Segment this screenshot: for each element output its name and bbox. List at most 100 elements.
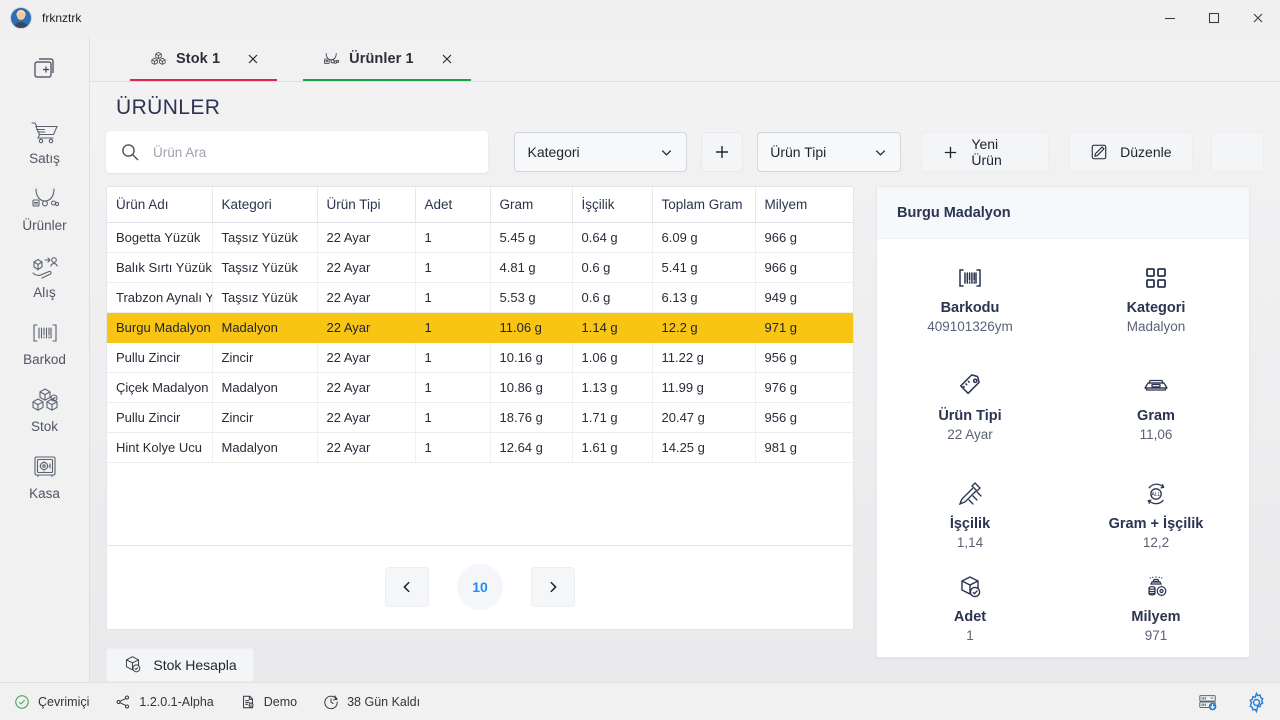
maximize-icon[interactable] xyxy=(1192,0,1236,36)
col-milyem[interactable]: Milyem xyxy=(755,187,853,223)
close-icon[interactable] xyxy=(245,51,261,67)
edit-pencil-icon xyxy=(1090,143,1108,161)
search-input[interactable]: Ürün Ara xyxy=(106,131,489,173)
body: Satış Ürünler Alış Barkod Stok Kasa Stok… xyxy=(0,36,1280,682)
sidebar-item-barkod[interactable]: Barkod xyxy=(0,309,90,376)
detail-field-value: 12,2 xyxy=(1142,534,1170,550)
cell-urun-tipi: 22 Ayar xyxy=(317,222,416,253)
detail-field-label: Barkodu xyxy=(940,300,1000,317)
cell-toplam-gram: 5.41 g xyxy=(652,252,756,283)
table-row[interactable]: Balık Sırtı Yüzük Taşsız Yüzük 22 Ayar 1… xyxy=(107,252,853,283)
cell-iscilik: 1.61 g xyxy=(572,432,653,463)
new-tab-icon[interactable] xyxy=(23,46,67,90)
duzenle-button[interactable]: Düzenle xyxy=(1069,132,1193,172)
cell-milyem: 971 g xyxy=(755,312,853,343)
chevron-down-icon xyxy=(659,145,674,160)
pagination-page-number[interactable]: 10 xyxy=(457,564,503,611)
detail-grid: Barkodu 409101326ym Kategori Madalyon Ür… xyxy=(877,239,1249,657)
detail-field-kategori: Kategori Madalyon xyxy=(1063,245,1249,353)
close-icon[interactable] xyxy=(439,51,455,67)
cell-iscilik: 1.14 g xyxy=(572,312,653,343)
sidebar-item-satis[interactable]: Satış xyxy=(0,108,90,175)
yeni-urun-button[interactable]: Yeni Ürün xyxy=(921,132,1050,172)
cell-adet: 1 xyxy=(415,402,491,433)
cell-milyem: 949 g xyxy=(755,282,853,313)
detail-field-value: 1,14 xyxy=(956,534,984,550)
tab-accent xyxy=(130,79,278,82)
table-row[interactable]: Çiçek Madalyon Madalyon 22 Ayar 1 10.86 … xyxy=(107,372,853,403)
sidebar-item-alis[interactable]: Alış xyxy=(0,242,90,309)
table-row[interactable]: Pullu Zincir Zincir 22 Ayar 1 18.76 g 1.… xyxy=(107,402,853,433)
cell-kategori: Taşsız Yüzük xyxy=(212,222,318,253)
status-version-label: 1.2.0.1-Alpha xyxy=(139,694,214,709)
sidebar-item-label: Barkod xyxy=(23,352,66,367)
table-row[interactable]: Pullu Zincir Zincir 22 Ayar 1 10.16 g 1.… xyxy=(107,342,853,373)
necklace-icon xyxy=(30,186,60,212)
barcode-icon xyxy=(955,263,985,293)
cell-urun-adi: Burgu Madalyon xyxy=(107,312,213,343)
kategori-dropdown[interactable]: Kategori xyxy=(514,132,688,172)
database-download-icon[interactable] xyxy=(1197,692,1219,712)
col-kategori[interactable]: Kategori xyxy=(212,187,318,223)
status-days-left[interactable]: 38 Gün Kaldı xyxy=(323,694,420,710)
overflow-button[interactable] xyxy=(1210,132,1264,172)
urun-tipi-dropdown[interactable]: Ürün Tipi xyxy=(757,132,902,172)
stok-hesapla-button[interactable]: Stok Hesapla xyxy=(106,647,254,682)
stok-hesapla-label: Stok Hesapla xyxy=(153,656,237,673)
add-category-button[interactable] xyxy=(701,132,744,172)
cell-milyem: 981 g xyxy=(755,432,853,463)
cell-urun-adi: Çiçek Madalyon xyxy=(107,372,213,403)
products-table: Ürün Adı Kategori Ürün Tipi Adet Gram İş… xyxy=(107,187,853,463)
sidebar-item-urunler[interactable]: Ürünler xyxy=(0,175,90,242)
status-version[interactable]: 1.2.0.1-Alpha xyxy=(115,694,214,710)
cell-urun-adi: Balık Sırtı Yüzük xyxy=(107,252,213,283)
sidebar-item-label: Kasa xyxy=(29,486,60,501)
table-row[interactable]: Trabzon Aynalı Yüzük Taşsız Yüzük 22 Aya… xyxy=(107,282,853,313)
col-urun-tipi[interactable]: Ürün Tipi xyxy=(317,187,416,223)
col-gram[interactable]: Gram xyxy=(490,187,573,223)
gold-coins-icon xyxy=(1141,572,1171,602)
detail-field-gram: Gram 11,06 xyxy=(1063,353,1249,461)
col-adet[interactable]: Adet xyxy=(415,187,491,223)
table-row[interactable]: Hint Kolye Ucu Madalyon 22 Ayar 1 12.64 … xyxy=(107,432,853,463)
clock-icon xyxy=(323,694,339,710)
table-body: Bogetta Yüzük Taşsız Yüzük 22 Ayar 1 5.4… xyxy=(107,222,853,463)
sidebar-item-stok[interactable]: Stok xyxy=(0,376,90,443)
cell-urun-tipi: 22 Ayar xyxy=(317,432,416,463)
product-detail-panel: Burgu Madalyon Barkodu 409101326ym Kateg… xyxy=(876,186,1250,658)
status-demo-label: Demo xyxy=(263,694,298,709)
table-row-selected[interactable]: Burgu Madalyon Madalyon 22 Ayar 1 11.06 … xyxy=(107,312,853,343)
tab-stok-1[interactable]: Stok 1 xyxy=(130,36,278,82)
detail-field-label: Kategori xyxy=(1126,300,1186,317)
cart-icon xyxy=(30,119,60,145)
cell-gram: 5.53 g xyxy=(490,282,573,313)
search-icon xyxy=(120,142,140,162)
cell-urun-adi: Pullu Zincir xyxy=(107,342,213,373)
page-wrap: ÜRÜNLER Ürün Ara Kategori Ürün Tipi Yeni… xyxy=(90,82,1280,682)
col-iscilik[interactable]: İşçilik xyxy=(572,187,653,223)
col-toplam-gram[interactable]: Toplam Gram xyxy=(652,187,756,223)
col-urun-adi[interactable]: Ürün Adı xyxy=(107,187,213,223)
tab-label: Stok 1 xyxy=(176,51,221,67)
gear-icon[interactable] xyxy=(1245,691,1268,714)
status-demo[interactable]: Demo xyxy=(240,694,297,710)
cell-iscilik: 0.6 g xyxy=(572,282,653,313)
barcode-icon xyxy=(30,320,60,346)
pagination-prev-button[interactable] xyxy=(385,567,429,608)
grid-squares-icon xyxy=(1143,263,1169,293)
sidebar-item-label: Alış xyxy=(33,285,56,300)
cell-kategori: Zincir xyxy=(212,342,318,373)
table-row[interactable]: Bogetta Yüzük Taşsız Yüzük 22 Ayar 1 5.4… xyxy=(107,222,853,253)
minimize-icon[interactable] xyxy=(1148,0,1192,36)
close-icon[interactable] xyxy=(1236,0,1280,36)
tab-urunler-1[interactable]: Ürünler 1 xyxy=(303,36,471,82)
cell-gram: 10.16 g xyxy=(490,342,573,373)
detail-field-value: Madalyon xyxy=(1126,319,1186,335)
table-header-row: Ürün Adı Kategori Ürün Tipi Adet Gram İş… xyxy=(107,187,853,223)
pagination-next-button[interactable] xyxy=(531,567,575,608)
sidebar-item-kasa[interactable]: Kasa xyxy=(0,443,90,510)
cell-urun-adi: Trabzon Aynalı Yüzük xyxy=(107,282,213,313)
status-online[interactable]: Çevrimiçi xyxy=(14,694,89,710)
boxes-icon xyxy=(30,387,60,413)
cell-urun-tipi: 22 Ayar xyxy=(317,252,416,283)
